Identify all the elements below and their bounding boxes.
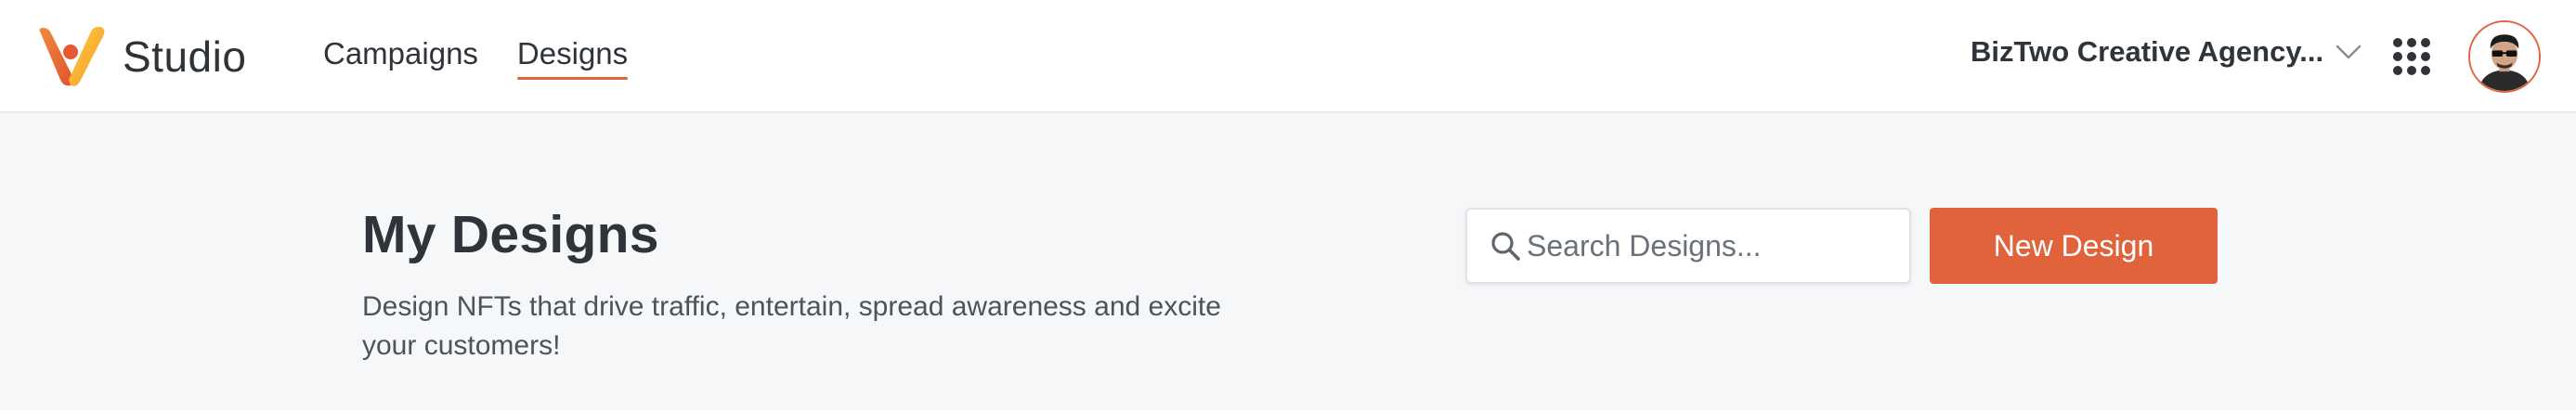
page-subtitle: Design NFTs that drive traffic, entertai… <box>362 291 1221 361</box>
studio-v-logo-icon <box>39 26 105 86</box>
nav-designs[interactable]: Designs <box>516 33 629 80</box>
page-title: My Designs <box>362 205 659 264</box>
brand-name: Studio <box>123 32 247 81</box>
top-navigation-bar: Studio Campaigns Designs BizTwo Creative… <box>0 0 2576 113</box>
search-designs-input[interactable] <box>1527 218 1898 274</box>
apps-grid-icon <box>2393 38 2430 75</box>
new-design-button[interactable]: New Design <box>1930 208 2218 284</box>
chevron-down-icon <box>2335 45 2361 59</box>
main-nav: Campaigns Designs <box>323 33 629 80</box>
search-icon <box>1491 232 1520 261</box>
nav-campaigns[interactable]: Campaigns <box>323 33 478 80</box>
search-box[interactable] <box>1465 208 1911 284</box>
brand[interactable]: Studio <box>35 24 246 89</box>
user-avatar-image <box>2470 22 2539 91</box>
apps-menu-button[interactable] <box>2392 37 2431 76</box>
account-switcher[interactable]: BizTwo Creative Agency... <box>1971 35 2362 69</box>
account-name: BizTwo Creative Agency... <box>1971 35 2324 68</box>
user-avatar[interactable] <box>2468 20 2541 93</box>
